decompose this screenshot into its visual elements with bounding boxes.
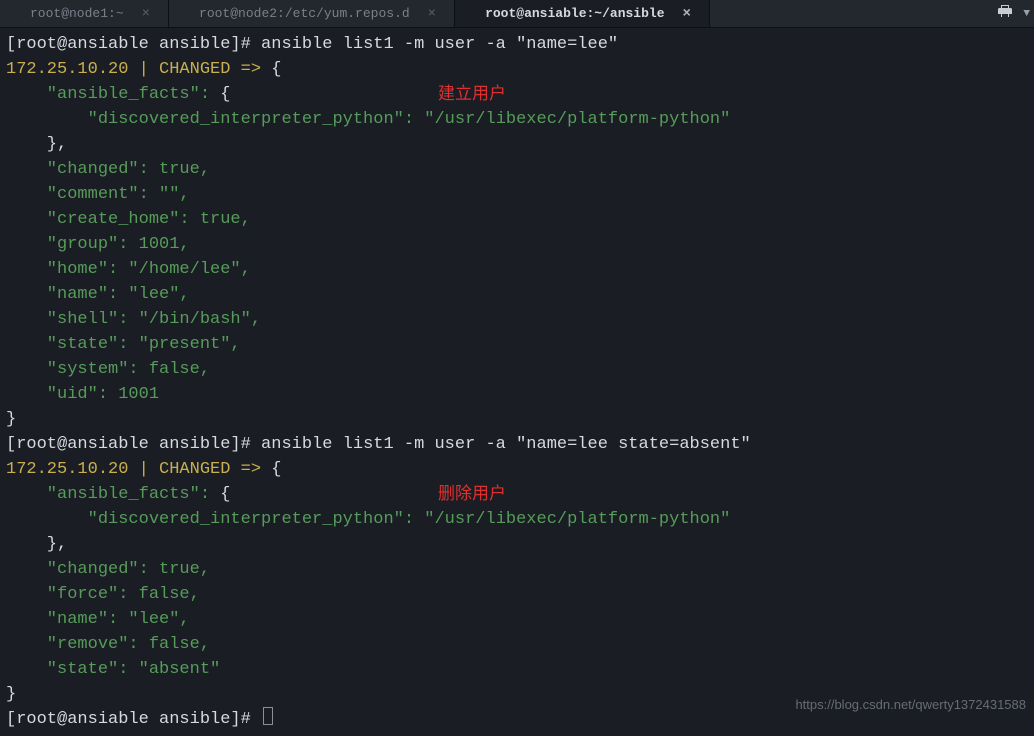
close-icon[interactable]: × [142, 6, 150, 22]
json-line: "system": false, [6, 360, 210, 379]
terminal[interactable]: [root@ansiable ansible]# ansible list1 -… [0, 28, 1034, 736]
prompt: [root@ansiable ansible]# [6, 35, 261, 54]
json-value: "/usr/libexec/platform-python" [424, 110, 730, 129]
json-line: "state": "present", [6, 335, 241, 354]
command: ansible list1 -m user -a "name=lee" [261, 35, 618, 54]
json-value: "/usr/libexec/platform-python" [424, 510, 730, 529]
json-line: "group": 1001, [6, 235, 190, 254]
tab-label: root@node2:/etc/yum.repos.d [199, 6, 410, 21]
annotation-delete-user: 删除用户 [438, 483, 506, 508]
json-key: "ansible_facts": [6, 85, 220, 104]
cursor [263, 707, 273, 725]
json-line: "name": "lee", [6, 610, 190, 629]
tab-bar: root@node1:~ × root@node2:/etc/yum.repos… [0, 0, 1034, 28]
json-line: "comment": "", [6, 185, 190, 204]
close-icon[interactable]: × [683, 6, 691, 22]
tab-label: root@ansiable:~/ansible [485, 6, 664, 21]
prompt: [root@ansiable ansible]# [6, 435, 261, 454]
json-line: "changed": true, [6, 160, 210, 179]
json-close: }, [6, 535, 67, 554]
json-line: "home": "/home/lee", [6, 260, 251, 279]
json-line: "state": "absent" [6, 660, 220, 679]
json-line: "create_home": true, [6, 210, 251, 229]
json-key: "ansible_facts": [6, 485, 220, 504]
json-close: } [6, 410, 16, 429]
tab-spacer [710, 0, 987, 27]
tab-node1[interactable]: root@node1:~ × [0, 0, 169, 27]
close-icon[interactable]: × [428, 6, 436, 22]
chevron-down-icon[interactable]: ▼ [1023, 0, 1034, 27]
json-line: "shell": "/bin/bash", [6, 310, 261, 329]
annotation-create-user: 建立用户 [438, 83, 506, 108]
tab-toolbar [987, 0, 1023, 27]
status-line: 172.25.10.20 | CHANGED => [6, 60, 271, 79]
tab-label: root@node1:~ [30, 6, 124, 21]
json-line: "force": false, [6, 585, 200, 604]
json-line: "changed": true, [6, 560, 210, 579]
status-line: 172.25.10.20 | CHANGED => [6, 460, 271, 479]
watermark: https://blog.csdn.net/qwerty1372431588 [795, 697, 1026, 712]
tab-ansiable[interactable]: root@ansiable:~/ansible × [455, 0, 710, 27]
command: ansible list1 -m user -a "name=lee state… [261, 435, 751, 454]
tab-node2[interactable]: root@node2:/etc/yum.repos.d × [169, 0, 455, 27]
json-key: "discovered_interpreter_python": [6, 510, 424, 529]
json-line: "name": "lee", [6, 285, 190, 304]
json-line: "remove": false, [6, 635, 210, 654]
json-line: "uid": 1001 [6, 385, 159, 404]
json-close: } [6, 685, 16, 704]
json-key: "discovered_interpreter_python": [6, 110, 424, 129]
printer-icon[interactable] [997, 3, 1013, 25]
json-close: }, [6, 135, 67, 154]
